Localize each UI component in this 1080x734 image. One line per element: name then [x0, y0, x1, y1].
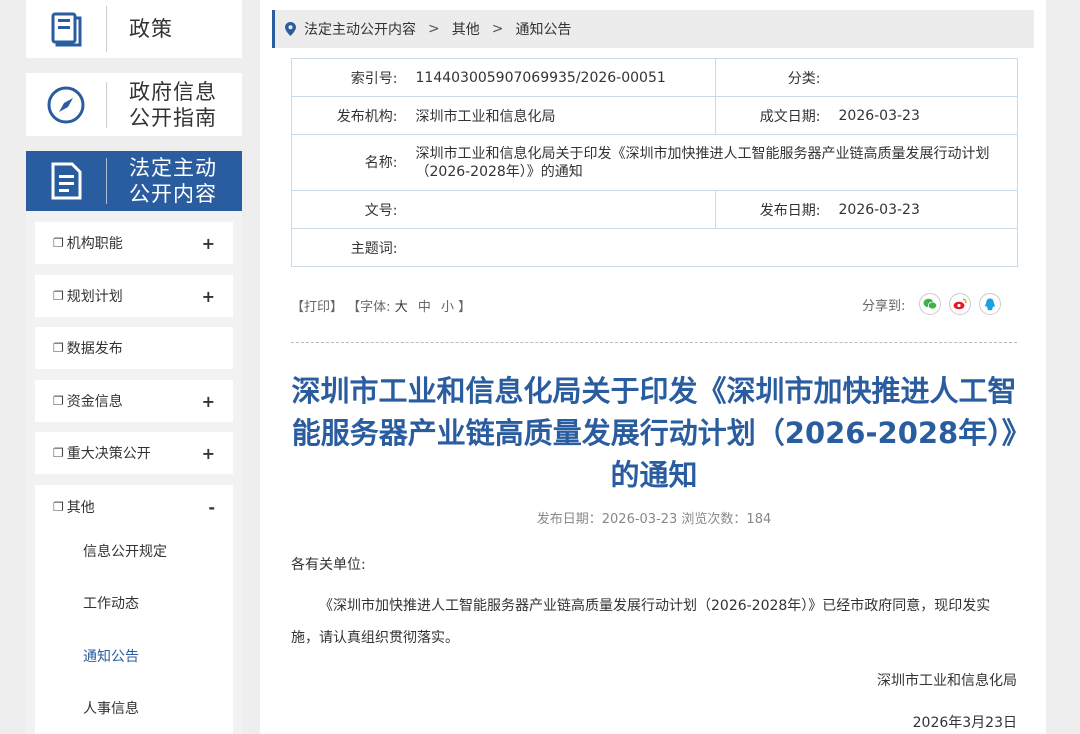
share-label: 分享到:	[862, 298, 906, 314]
category-label: 法定主动 公开内容	[107, 155, 217, 207]
document-icon	[26, 161, 106, 201]
article-signature-org: 深圳市工业和信息化局	[877, 673, 1017, 689]
main-content: 法定主动公开内容 > 其他 > 通知公告 索引号: 11440300590706…	[260, 0, 1046, 734]
book-icon	[26, 10, 106, 48]
document-icon: ❐	[53, 236, 64, 250]
meta-key: 文号:	[291, 190, 408, 229]
meta-name-value: 深圳市工业和信息化局关于印发《深圳市加快推进人工智能服务器产业链高质量发展行动计…	[407, 134, 1018, 191]
menu-item-plans[interactable]: ❐ 规划计划 +	[35, 275, 233, 317]
expand-icon[interactable]: +	[202, 392, 215, 411]
category-statutory[interactable]: 法定主动 公开内容	[26, 151, 242, 211]
font-size-suffix: 】	[458, 300, 472, 315]
chevron-right-icon: >	[428, 21, 440, 37]
meta-key: 发布机构:	[291, 96, 408, 135]
meta-key: 主题词:	[291, 228, 408, 267]
article-signature-date: 2026年3月23日	[912, 715, 1017, 731]
article-tools: 【打印】 【字体: 大 中 小 】	[291, 296, 471, 315]
meta-publisher-value: 深圳市工业和信息化局	[407, 96, 716, 135]
submenu: ❐ 机构职能 + ❐ 规划计划 + ❐ 数据发布 ❐ 资金信息 + ❐ 重大决策…	[26, 211, 242, 734]
submenu-item-notices[interactable]: 通知公告	[83, 646, 139, 666]
share-bar: 分享到:	[862, 293, 1002, 315]
breadcrumb-item[interactable]: 其他	[452, 19, 480, 39]
category-label-line: 公开指南	[129, 105, 217, 130]
font-medium-link[interactable]: 中	[418, 300, 431, 315]
menu-item-label: 资金信息	[66, 394, 123, 410]
meta-key: 分类:	[715, 58, 831, 97]
compass-icon	[26, 85, 106, 125]
document-icon: ❐	[53, 394, 64, 408]
expand-icon[interactable]: +	[202, 444, 215, 463]
document-meta-table: 索引号: 114403005907069935/2026-00051 分类: 发…	[291, 58, 1018, 267]
font-size-prefix: 【字体:	[347, 300, 391, 315]
location-pin-icon	[285, 22, 296, 36]
article-title: 深圳市工业和信息化局关于印发《深圳市加快推进人工智能服务器产业链高质量发展行动计…	[291, 374, 1017, 492]
document-icon: ❐	[53, 341, 64, 355]
breadcrumb-item[interactable]: 法定主动公开内容	[304, 19, 416, 39]
menu-item-label: 其他	[66, 500, 95, 516]
menu-item-label: 机构职能	[66, 236, 123, 252]
meta-pubdate-value: 2026-03-23	[830, 190, 1018, 229]
document-icon: ❐	[53, 289, 64, 303]
category-policy[interactable]: 政策	[26, 0, 242, 58]
category-label-line: 法定主动	[129, 156, 217, 180]
menu-item-other[interactable]: ❐ 其他 -	[35, 485, 233, 529]
meta-docno-value	[407, 190, 716, 229]
chevron-right-icon: >	[491, 21, 504, 37]
sidebar: 政策 政府信息 公开指南 法定主动 公开内容 ❐ 机构职能 + ❐ 规划计划 +…	[0, 0, 260, 734]
menu-item-major-decisions[interactable]: ❐ 重大决策公开 +	[35, 432, 233, 474]
font-large-link[interactable]: 大	[395, 300, 408, 315]
submenu-item-disclosure-rules[interactable]: 信息公开规定	[83, 541, 167, 561]
meta-key: 发布日期:	[715, 190, 831, 229]
article-salutation: 各有关单位:	[291, 557, 366, 573]
expand-icon[interactable]: +	[202, 234, 215, 253]
meta-key: 名称:	[291, 134, 408, 191]
breadcrumb: 法定主动公开内容 > 其他 > 通知公告	[272, 10, 1034, 48]
submenu-item-personnel[interactable]: 人事信息	[83, 698, 139, 718]
category-label-line: 政府信息	[129, 79, 217, 104]
article-pub-info: 发布日期：2026-03-23 浏览次数：184	[536, 512, 772, 527]
submenu-item-work-news[interactable]: 工作动态	[83, 593, 139, 613]
menu-item-other-expanded: ❐ 其他 - 信息公开规定 工作动态 通知公告 人事信息	[35, 485, 233, 734]
menu-item-label: 数据发布	[66, 341, 123, 357]
menu-item-label: 规划计划	[66, 289, 123, 305]
meta-key: 成文日期:	[715, 96, 831, 135]
weibo-icon[interactable]	[949, 293, 972, 315]
article-paragraph: 《深圳市加快推进人工智能服务器产业链高质量发展行动计划（2026-2028年）》…	[291, 598, 991, 646]
menu-item-data-release[interactable]: ❐ 数据发布	[35, 327, 233, 369]
category-guide[interactable]: 政府信息 公开指南	[26, 73, 242, 136]
meta-key: 索引号:	[291, 58, 408, 97]
menu-item-funds[interactable]: ❐ 资金信息 +	[35, 380, 233, 422]
category-label: 政府信息 公开指南	[107, 79, 217, 131]
meta-created-value: 2026-03-23	[830, 96, 1018, 135]
menu-item-label: 重大决策公开	[66, 446, 151, 462]
document-icon: ❐	[53, 500, 64, 514]
category-label: 政策	[129, 17, 173, 41]
breadcrumb-item[interactable]: 通知公告	[515, 19, 571, 39]
meta-subject-value	[407, 228, 1018, 267]
document-icon: ❐	[53, 446, 64, 460]
font-small-link[interactable]: 小	[441, 300, 454, 315]
qq-icon[interactable]	[979, 293, 1002, 315]
meta-category-value	[830, 58, 1018, 97]
expand-icon[interactable]: +	[202, 287, 215, 306]
wechat-icon[interactable]	[919, 293, 942, 315]
menu-item-org-functions[interactable]: ❐ 机构职能 +	[35, 222, 233, 264]
category-label-line: 公开内容	[129, 182, 217, 206]
divider	[291, 342, 1017, 343]
collapse-icon[interactable]: -	[208, 498, 215, 517]
meta-index-value: 114403005907069935/2026-00051	[407, 58, 716, 97]
print-link[interactable]: 【打印】	[291, 300, 343, 315]
